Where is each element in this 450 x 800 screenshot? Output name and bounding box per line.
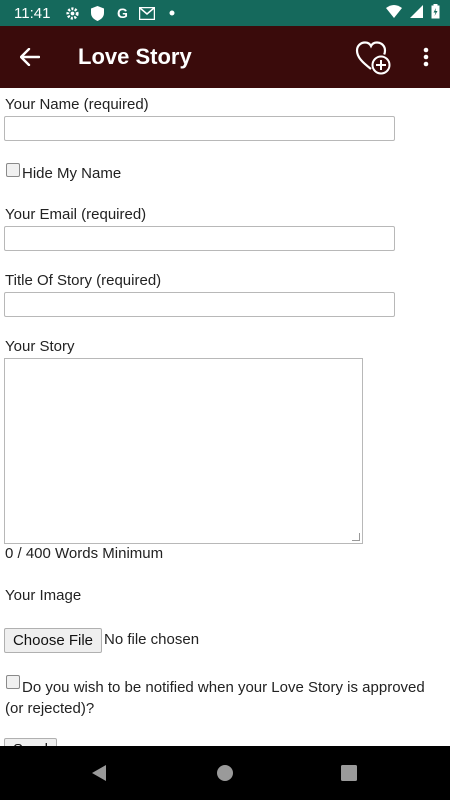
email-label: Your Email (required) <box>5 206 147 223</box>
arrow-left-icon <box>20 48 40 66</box>
image-label: Your Image <box>5 587 82 604</box>
story-title-label: Title Of Story (required) <box>5 272 162 289</box>
status-time: 11:41 <box>14 4 51 22</box>
navigation-bar <box>0 746 450 800</box>
nav-home-button[interactable] <box>215 763 235 783</box>
word-count: 0 / 400 Words Minimum <box>5 545 164 562</box>
google-icon: G <box>116 5 128 21</box>
settings-icon <box>64 5 80 21</box>
app-bar: Love Story <box>0 26 450 88</box>
signal-icon <box>410 4 423 22</box>
gmail-icon <box>139 5 156 21</box>
square-recents-icon <box>341 765 357 781</box>
battery-icon <box>431 3 440 23</box>
hide-name-checkbox[interactable] <box>6 163 20 177</box>
back-button[interactable] <box>0 26 60 88</box>
story-form: Your Name (required) Hide My Name Your E… <box>0 88 450 746</box>
more-options-button[interactable] <box>414 42 438 72</box>
nav-back-button[interactable] <box>89 763 109 783</box>
name-input[interactable] <box>4 116 395 141</box>
page-title: Love Story <box>78 44 192 69</box>
wifi-icon <box>386 4 402 22</box>
resize-handle[interactable] <box>352 533 360 541</box>
status-bar: 11:41 G <box>0 0 450 26</box>
circle-home-icon <box>217 765 233 781</box>
choose-file-button[interactable]: Choose File <box>4 628 102 653</box>
shield-icon <box>89 5 105 21</box>
email-input[interactable] <box>4 226 395 251</box>
story-title-input[interactable] <box>4 292 395 317</box>
nav-recents-button[interactable] <box>339 763 359 783</box>
hide-name-label: Hide My Name <box>22 165 122 182</box>
more-vert-icon <box>423 47 429 67</box>
notify-label: Do you wish to be notified when your Lov… <box>5 679 425 717</box>
triangle-back-icon <box>92 765 106 781</box>
heart-plus-icon <box>355 41 391 75</box>
story-textarea[interactable] <box>4 358 363 544</box>
name-label: Your Name (required) <box>5 96 149 113</box>
story-label: Your Story <box>5 338 75 355</box>
no-file-text: No file chosen <box>104 631 200 648</box>
add-favorite-button[interactable] <box>354 38 394 78</box>
send-button[interactable]: Send <box>4 738 57 746</box>
dot-icon <box>164 5 180 21</box>
